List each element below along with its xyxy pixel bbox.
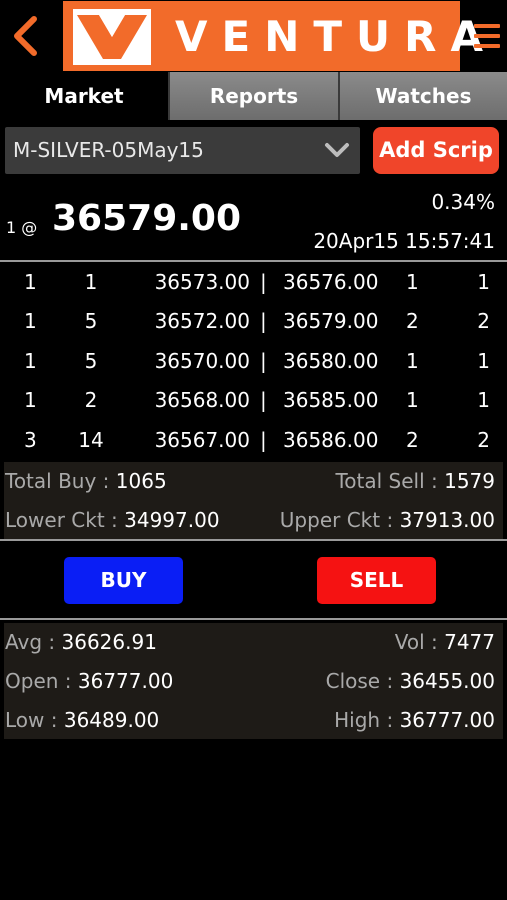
menu-button[interactable]: [474, 24, 500, 48]
low-label: Low :: [5, 708, 58, 732]
sell-orders: 1: [477, 270, 490, 294]
hamburger-menu-icon: [474, 24, 500, 28]
divider: [0, 618, 507, 620]
lower-circuit: Lower Ckt : 34997.00: [5, 508, 220, 532]
ask-price: 36585.00: [283, 388, 379, 413]
sell-orders: 1: [477, 388, 490, 413]
depth-separator: |: [260, 270, 267, 294]
logo-text: VENTURA: [175, 12, 497, 61]
table-row: 1 2 36568.00 | 36585.00 1 1: [0, 382, 507, 421]
sell-orders: 2: [477, 427, 490, 452]
lower-ckt-label: Lower Ckt :: [5, 508, 118, 532]
bid-price: 36568.00: [154, 388, 250, 413]
upper-ckt-label: Upper Ckt :: [279, 508, 394, 532]
logo-mark-icon: [73, 9, 151, 65]
upper-ckt-value: 37913.00: [399, 508, 495, 532]
quantity-at-label: 1 @: [6, 218, 38, 237]
total-sell-label: Total Sell :: [335, 469, 438, 493]
ask-price: 36576.00: [283, 270, 379, 294]
low-value: 36489.00: [63, 708, 160, 732]
high-value: 36777.00: [399, 708, 495, 732]
sell-orders: 1: [477, 348, 490, 373]
add-scrip-button[interactable]: Add Scrip: [373, 127, 499, 174]
avg-label: Avg :: [5, 630, 56, 654]
high-label: High :: [334, 708, 394, 732]
open-stat: Open : 36777.00: [5, 669, 173, 693]
divider: [0, 539, 507, 541]
avg-stat: Avg : 36626.91: [5, 630, 157, 654]
tab-watches[interactable]: Watches: [338, 72, 507, 120]
tab-market[interactable]: Market: [0, 72, 168, 120]
table-row: 3 14 36567.00 | 36586.00 2 2: [0, 422, 507, 461]
lower-ckt-value: 34997.00: [124, 508, 220, 532]
close-label: Close :: [325, 669, 394, 693]
ask-price: 36580.00: [283, 348, 379, 373]
bid-price: 36572.00: [154, 309, 250, 334]
bid-price: 36573.00: [154, 270, 250, 294]
app-header: VENTURA: [0, 0, 507, 72]
tab-reports[interactable]: Reports: [168, 72, 338, 120]
total-sell: Total Sell : 1579: [335, 469, 495, 493]
table-row: 1 5 36572.00 | 36579.00 2 2: [0, 303, 507, 342]
vol-stat: Vol : 7477: [395, 630, 495, 654]
total-buy-label: Total Buy :: [5, 469, 110, 493]
table-row: 1 1 36573.00 | 36576.00 1 1: [0, 264, 507, 303]
depth-separator: |: [260, 388, 267, 413]
buy-button[interactable]: BUY: [64, 557, 183, 604]
total-buy-value: 1065: [115, 469, 167, 493]
last-traded-price: 36579.00: [52, 198, 242, 239]
open-value: 36777.00: [77, 669, 174, 693]
scrip-select-value: M-SILVER-05May15: [13, 138, 204, 162]
total-buy: Total Buy : 1065: [5, 469, 167, 493]
bid-price: 36567.00: [154, 427, 250, 452]
tab-bar: Market Reports Watches: [0, 72, 507, 120]
sell-button[interactable]: SELL: [317, 557, 436, 604]
change-percent: 0.34%: [431, 190, 495, 214]
depth-separator: |: [260, 309, 267, 334]
upper-circuit: Upper Ckt : 37913.00: [280, 508, 495, 532]
vol-value: 7477: [444, 630, 495, 654]
back-button[interactable]: [8, 14, 42, 58]
scrip-select[interactable]: M-SILVER-05May15: [5, 127, 360, 174]
depth-separator: |: [260, 348, 267, 373]
ask-price: 36579.00: [283, 309, 379, 334]
sell-qty: 1: [406, 388, 419, 413]
vol-label: Vol :: [394, 630, 438, 654]
sell-qty: 1: [406, 270, 419, 294]
sell-qty: 2: [406, 427, 419, 452]
depth-separator: |: [260, 427, 267, 452]
high-stat: High : 36777.00: [334, 708, 495, 732]
market-depth-table: 1 1 36573.00 | 36576.00 1 1 1 5 36572.00…: [0, 264, 507, 461]
divider: [0, 260, 507, 262]
totals-panel: Total Buy : 1065 Total Sell : 1579 Lower…: [4, 462, 503, 540]
low-stat: Low : 36489.00: [5, 708, 159, 732]
table-row: 1 5 36570.00 | 36580.00 1 1: [0, 343, 507, 382]
sell-qty: 2: [406, 309, 419, 334]
sell-orders: 2: [477, 309, 490, 334]
chevron-down-icon: [325, 143, 349, 157]
ask-price: 36586.00: [283, 427, 379, 452]
ventura-logo: VENTURA: [63, 1, 483, 71]
close-stat: Close : 36455.00: [326, 669, 495, 693]
bid-price: 36570.00: [154, 348, 250, 373]
total-sell-value: 1579: [444, 469, 495, 493]
quote-timestamp: 20Apr15 15:57:41: [313, 229, 495, 253]
close-value: 36455.00: [399, 669, 495, 693]
avg-value: 36626.91: [61, 630, 157, 654]
stats-panel: Avg : 36626.91 Vol : 7477 Open : 36777.0…: [4, 623, 503, 739]
open-label: Open :: [5, 669, 72, 693]
chevron-left-icon: [14, 16, 37, 56]
sell-qty: 1: [406, 348, 419, 373]
